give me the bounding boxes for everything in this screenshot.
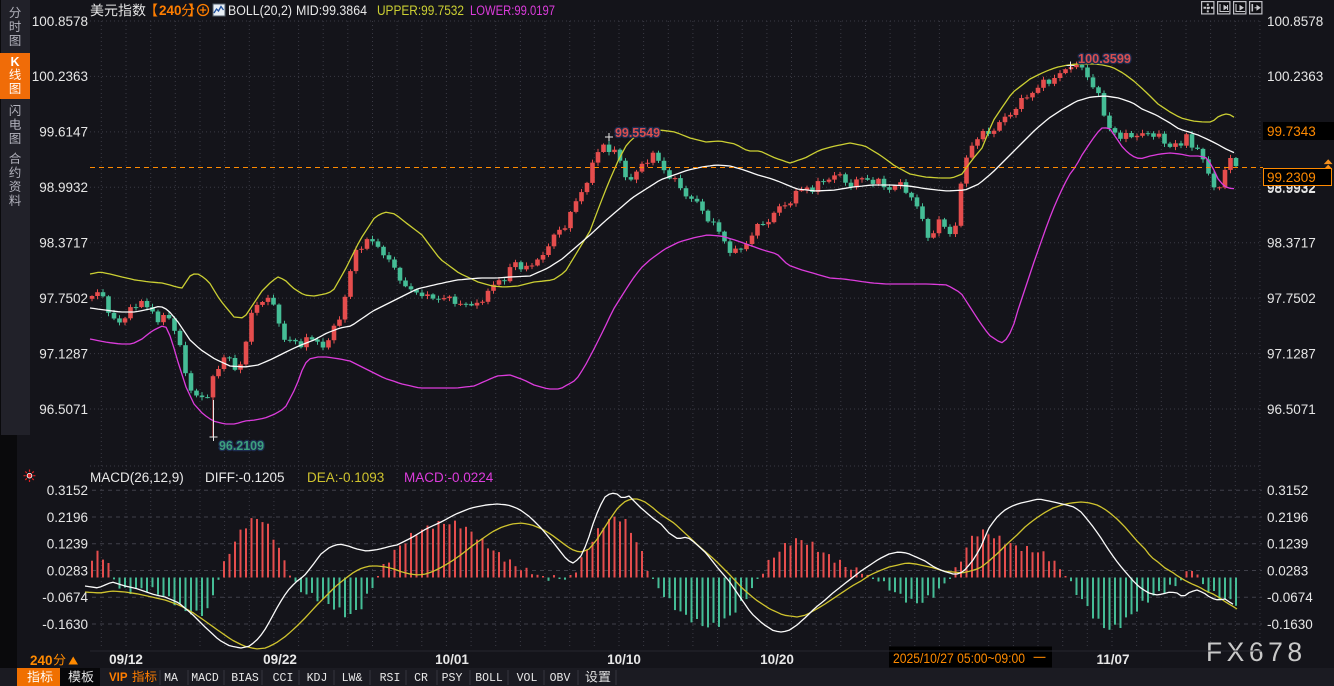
svg-text:97.7502: 97.7502: [1267, 291, 1316, 306]
svg-text:MACD: MACD: [191, 672, 219, 685]
svg-text:98.3717: 98.3717: [1267, 236, 1316, 251]
svg-text:PSY: PSY: [442, 672, 463, 685]
svg-text:100.3599: 100.3599: [1078, 51, 1131, 66]
svg-text:99.2309: 99.2309: [1267, 170, 1316, 185]
svg-text:97.1287: 97.1287: [1267, 346, 1316, 361]
svg-text:BOLL: BOLL: [475, 672, 503, 685]
svg-text:100.8578: 100.8578: [32, 14, 88, 29]
svg-text:99.6147: 99.6147: [39, 125, 88, 140]
svg-text:10/01: 10/01: [435, 652, 469, 667]
svg-text:0.2196: 0.2196: [1267, 510, 1308, 525]
svg-text:VOL: VOL: [517, 672, 538, 685]
svg-text:97.7502: 97.7502: [39, 291, 88, 306]
svg-text:98.3717: 98.3717: [39, 236, 88, 251]
svg-text:CR: CR: [414, 672, 428, 685]
svg-text:KDJ: KDJ: [307, 672, 328, 685]
svg-text:99.7343: 99.7343: [1267, 124, 1316, 139]
svg-text:MACD(26,12,9): MACD(26,12,9): [90, 470, 184, 485]
svg-text:0.1239: 0.1239: [1267, 537, 1308, 552]
svg-text:240: 240: [30, 653, 53, 668]
svg-text:RSI: RSI: [380, 672, 401, 685]
svg-text:MID:99.3864: MID:99.3864: [296, 3, 367, 18]
svg-text:0.2196: 0.2196: [47, 510, 88, 525]
svg-text:96.5071: 96.5071: [39, 402, 88, 417]
svg-text:0.0283: 0.0283: [1267, 563, 1308, 578]
svg-text:96.5071: 96.5071: [1267, 402, 1316, 417]
svg-text:MA: MA: [164, 672, 178, 685]
svg-text:100.2363: 100.2363: [1267, 69, 1323, 84]
svg-text:DIFF:-0.1205: DIFF:-0.1205: [205, 470, 285, 485]
svg-text:LW&: LW&: [342, 672, 363, 685]
svg-text:0.3152: 0.3152: [47, 483, 88, 498]
svg-text:0.0283: 0.0283: [47, 563, 88, 578]
svg-text:OBV: OBV: [550, 672, 571, 685]
svg-text:10/10: 10/10: [607, 652, 641, 667]
svg-text:98.9932: 98.9932: [39, 180, 88, 195]
svg-text:VIP: VIP: [109, 672, 128, 684]
svg-text:99.5549: 99.5549: [615, 125, 660, 140]
svg-text:MACD:-0.0224: MACD:-0.0224: [404, 470, 494, 485]
svg-text:0.3152: 0.3152: [1267, 483, 1308, 498]
svg-text:96.2109: 96.2109: [219, 438, 264, 453]
svg-text:97.1287: 97.1287: [39, 346, 88, 361]
svg-text:CCI: CCI: [273, 672, 294, 685]
svg-text:-0.0674: -0.0674: [1267, 590, 1313, 605]
svg-text:K: K: [10, 55, 19, 69]
svg-text:2025/10/27 05:00~09:00: 2025/10/27 05:00~09:00: [893, 651, 1025, 666]
svg-text:09/22: 09/22: [263, 652, 297, 667]
svg-text:-0.0674: -0.0674: [42, 590, 88, 605]
svg-text:BOLL(20,2): BOLL(20,2): [228, 3, 292, 18]
svg-text:UPPER:99.7532: UPPER:99.7532: [377, 3, 464, 18]
svg-text:DEA:-0.1093: DEA:-0.1093: [307, 470, 384, 485]
svg-text:09/12: 09/12: [109, 652, 143, 667]
svg-text:240: 240: [159, 3, 182, 18]
svg-text:11/07: 11/07: [1096, 652, 1129, 667]
svg-text:-0.1630: -0.1630: [1267, 617, 1313, 632]
svg-text:0.1239: 0.1239: [47, 537, 88, 552]
svg-text:10/20: 10/20: [760, 652, 794, 667]
svg-text:FX678: FX678: [1206, 637, 1307, 667]
svg-text:100.8578: 100.8578: [1267, 14, 1323, 29]
svg-text:-0.1630: -0.1630: [42, 617, 88, 632]
svg-text:LOWER:99.0197: LOWER:99.0197: [470, 3, 555, 18]
svg-text:BIAS: BIAS: [231, 672, 259, 685]
svg-text:100.2363: 100.2363: [32, 69, 88, 84]
